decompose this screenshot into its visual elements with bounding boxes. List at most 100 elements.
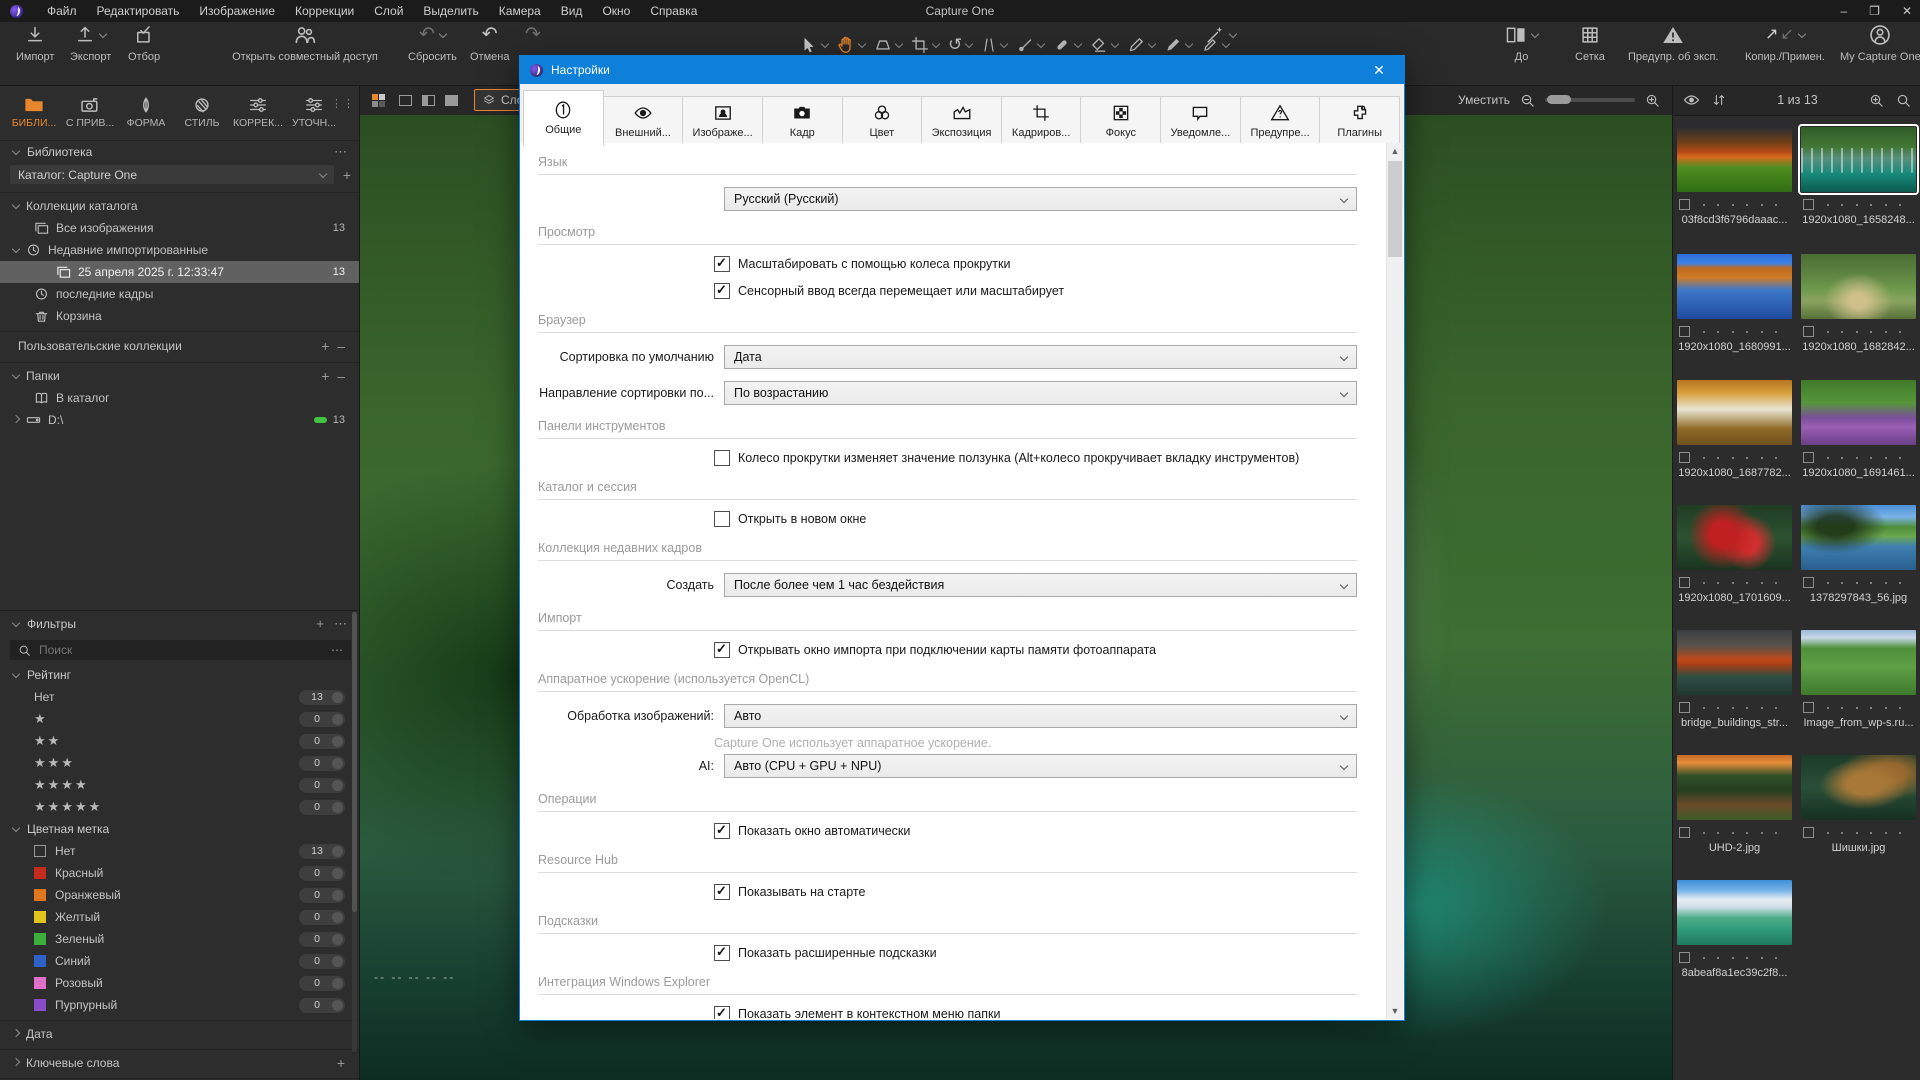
- processing-dropdown[interactable]: Авто: [724, 704, 1357, 728]
- menu-layer[interactable]: Слой: [364, 4, 413, 18]
- color-row[interactable]: Красный 0: [0, 862, 359, 884]
- color-row[interactable]: Оранжевый 0: [0, 884, 359, 906]
- recent-captures-item[interactable]: последние кадры: [0, 283, 359, 305]
- thumbnail-image[interactable]: [1677, 254, 1792, 319]
- reset-button[interactable]: ↶ Сбросить: [408, 22, 457, 63]
- thumbnail-image[interactable]: [1677, 755, 1792, 820]
- rating-dots[interactable]: [1814, 331, 1914, 333]
- rating-dots[interactable]: [1814, 582, 1914, 584]
- browser-view-icon[interactable]: [445, 95, 458, 106]
- export-button[interactable]: Экспорт: [70, 22, 111, 63]
- rating-row[interactable]: ★★★ 0: [0, 752, 359, 774]
- sidebar-scrollbar[interactable]: [352, 612, 357, 1052]
- import-window-checkbox-row[interactable]: Открывать окно импорта при подключении к…: [714, 642, 1357, 658]
- select-checkbox[interactable]: [1679, 577, 1690, 588]
- thumbnail-image[interactable]: [1801, 755, 1916, 820]
- count-pill[interactable]: 0: [299, 954, 345, 969]
- rating-row[interactable]: ★ 0: [0, 708, 359, 730]
- thumbnail-image[interactable]: [1801, 505, 1916, 570]
- checkbox[interactable]: [714, 283, 730, 299]
- rating-dots[interactable]: [1814, 707, 1914, 709]
- share-button[interactable]: Открыть совместный доступ: [215, 22, 395, 63]
- add-folder-button[interactable]: + –: [321, 368, 345, 384]
- color-row[interactable]: Желтый 0: [0, 906, 359, 928]
- tab-notifications[interactable]: Уведомле...: [1160, 96, 1241, 146]
- checkbox[interactable]: [714, 642, 730, 658]
- menu-window[interactable]: Окно: [592, 4, 640, 18]
- search-box[interactable]: ⋯: [10, 640, 351, 660]
- color-label-header[interactable]: Цветная метка: [0, 818, 359, 840]
- count-pill[interactable]: 0: [299, 866, 345, 881]
- rating-dots[interactable]: [1690, 582, 1790, 584]
- cull-button[interactable]: Отбор: [128, 22, 160, 63]
- import-button[interactable]: Импорт: [16, 22, 54, 63]
- search-icon[interactable]: [1896, 93, 1911, 108]
- tab-warnings[interactable]: Предупре...: [1240, 96, 1321, 146]
- create-collection-dropdown[interactable]: После более чем 1 час бездействия: [724, 573, 1357, 597]
- thumbnail-cell[interactable]: 03f8cd3f6796daaac...: [1677, 127, 1792, 226]
- tab-shape[interactable]: ФОРМА: [118, 85, 174, 140]
- rating-dots[interactable]: [1690, 331, 1790, 333]
- count-pill[interactable]: 13: [299, 690, 345, 705]
- tabs-overflow-handle[interactable]: ⋮⋮: [331, 101, 355, 108]
- checkbox[interactable]: [714, 256, 730, 272]
- count-pill[interactable]: 0: [299, 734, 345, 749]
- rating-row[interactable]: Нет 13: [0, 686, 359, 708]
- thumbnail-cell[interactable]: 1378297843_56.jpg: [1801, 505, 1916, 604]
- rating-row[interactable]: ★★★★★ 0: [0, 796, 359, 818]
- color-row[interactable]: Синий 0: [0, 950, 359, 972]
- dialog-scrollbar[interactable]: ▲ ▼: [1386, 143, 1403, 1019]
- thumbnail-image[interactable]: [1801, 127, 1916, 192]
- tab-adjust[interactable]: КОРРЕК...: [230, 85, 286, 140]
- checkbox[interactable]: [714, 450, 730, 466]
- maximize-button[interactable]: ❐: [1869, 4, 1880, 18]
- thumbnail-cell[interactable]: bridge_buildings_str...: [1677, 630, 1792, 729]
- exposure-warning-button[interactable]: Предупр. об эксп.: [1628, 22, 1719, 63]
- scroll-up-icon[interactable]: ▲: [1387, 143, 1403, 159]
- rating-dots[interactable]: [1690, 832, 1790, 834]
- thumbnail-image[interactable]: [1677, 880, 1792, 945]
- library-more-icon[interactable]: ⋯: [334, 144, 347, 160]
- filters-more-icon[interactable]: ⋯: [334, 616, 347, 632]
- scroll-wheel-slider-checkbox-row[interactable]: Колесо прокрутки изменяет значение ползу…: [714, 450, 1357, 466]
- fit-label[interactable]: Уместить: [1458, 93, 1510, 107]
- before-after-button[interactable]: До: [1505, 22, 1538, 63]
- rating-dots[interactable]: [1690, 204, 1790, 206]
- count-pill[interactable]: 13: [299, 844, 345, 859]
- folders-group[interactable]: Папки + –: [0, 365, 359, 387]
- count-pill[interactable]: 0: [299, 932, 345, 947]
- thumbnail-image[interactable]: [1677, 127, 1792, 192]
- dialog-close-button[interactable]: ✕: [1364, 62, 1394, 79]
- thumbnail-cell[interactable]: Шишки.jpg: [1801, 755, 1916, 854]
- menu-select[interactable]: Выделить: [413, 4, 488, 18]
- sort-icon[interactable]: [1712, 93, 1726, 107]
- tab-plugins[interactable]: Плагины: [1319, 96, 1400, 146]
- menu-adjustments[interactable]: Коррекции: [285, 4, 364, 18]
- tab-refine[interactable]: УТОЧН...: [286, 85, 342, 140]
- thumbnail-cell[interactable]: 1920x1080_1687782...: [1677, 380, 1792, 479]
- date-group[interactable]: Дата: [0, 1023, 359, 1045]
- tab-library[interactable]: БИБЛИ...: [6, 85, 62, 140]
- trash-item[interactable]: Корзина: [0, 305, 359, 327]
- count-pill[interactable]: 0: [299, 712, 345, 727]
- filters-header[interactable]: Фильтры +⋯: [0, 611, 359, 637]
- search-input[interactable]: [37, 642, 241, 658]
- thumb-zoom-icon[interactable]: [1869, 93, 1884, 108]
- copy-apply-button[interactable]: ↗↙ Копир./Примен.: [1745, 22, 1825, 63]
- touch-input-checkbox-row[interactable]: Сенсорный ввод всегда перемещает или мас…: [714, 283, 1357, 299]
- extended-tooltips-checkbox-row[interactable]: Показать расширенные подсказки: [714, 945, 1357, 961]
- tab-image[interactable]: Изображе...: [682, 96, 763, 146]
- thumbnail-cell-selected[interactable]: 1920x1080_1658248...: [1801, 127, 1916, 226]
- select-checkbox[interactable]: [1803, 452, 1814, 463]
- rating-row[interactable]: ★★ 0: [0, 730, 359, 752]
- grid-button[interactable]: Сетка: [1575, 22, 1605, 63]
- menu-edit[interactable]: Редактировать: [87, 4, 190, 18]
- select-checkbox[interactable]: [1803, 702, 1814, 713]
- tab-crop[interactable]: Кадриров...: [1001, 96, 1082, 146]
- rating-dots[interactable]: [1690, 707, 1790, 709]
- tab-focus[interactable]: Фокус: [1080, 96, 1161, 146]
- thumbnail-cell[interactable]: UHD-2.jpg: [1677, 755, 1792, 854]
- count-pill[interactable]: 0: [299, 778, 345, 793]
- count-pill[interactable]: 0: [299, 756, 345, 771]
- thumbnail-cell[interactable]: 1920x1080_1701609...: [1677, 505, 1792, 604]
